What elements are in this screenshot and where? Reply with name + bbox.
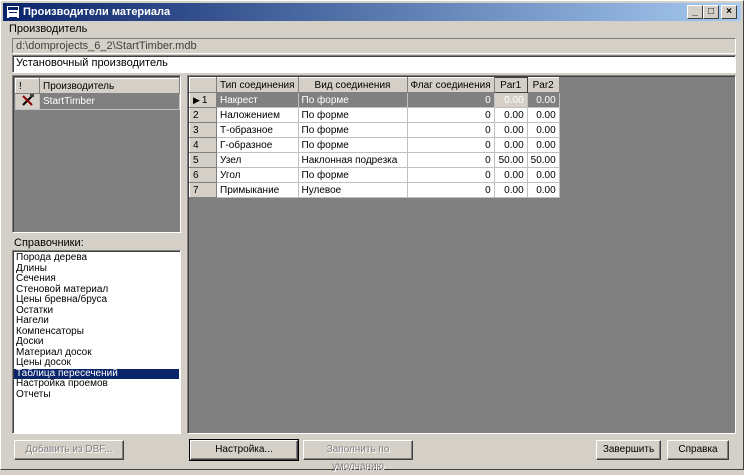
joins-col-flag[interactable]: Флаг соединения (406, 77, 495, 93)
finish-button[interactable]: Завершить (596, 440, 661, 460)
joins-col-par1[interactable]: Par1 (493, 77, 528, 93)
row-indicator: 5 (189, 152, 217, 168)
joins-row[interactable]: 5 Узел Наклонная подрезка 0 50.00 50.00 (189, 152, 560, 168)
joins-col-type[interactable]: Тип соединения (216, 77, 299, 93)
joins-row[interactable]: 2 Наложением По форме 0 0.00 0.00 (189, 107, 560, 123)
row-indicator: 7 (189, 182, 217, 198)
par2-cell[interactable]: 0.00 (526, 137, 560, 153)
join-type-cell[interactable]: Угол (216, 167, 299, 183)
close-button[interactable]: × (721, 5, 737, 19)
joins-row[interactable]: ▶ 1 Накрест По форме 0 0.00 0.00 (189, 92, 560, 108)
join-kind-cell[interactable]: По форме (297, 92, 408, 108)
row-number: 5 (193, 154, 199, 166)
fill-default-button[interactable]: Заполнить по умолчанию (303, 440, 413, 472)
installed-producer-field[interactable]: Установочный производитель (12, 55, 736, 73)
reference-item[interactable]: Цены досок (14, 357, 179, 369)
par1-cell[interactable]: 0.00 (493, 107, 528, 123)
par1-cell[interactable]: 0.00 (493, 122, 528, 138)
join-flag-cell[interactable]: 0 (406, 122, 495, 138)
window-title: Производители материала (23, 6, 171, 18)
help-button[interactable]: Справка (667, 440, 729, 460)
maximize-button[interactable]: □ (703, 5, 719, 19)
add-from-dbf-button[interactable]: Добавить из DBF... (14, 440, 124, 460)
join-flag-cell[interactable]: 0 (406, 182, 495, 198)
join-type-cell[interactable]: Узел (216, 152, 299, 168)
par2-cell[interactable]: 0.00 (526, 182, 560, 198)
row-indicator: 4 (189, 137, 217, 153)
producers-panel: ! Производитель StartTimber (12, 75, 181, 233)
reference-item[interactable]: Нагели (14, 315, 179, 327)
join-kind-cell[interactable]: Нулевое (297, 182, 408, 198)
reference-item[interactable]: Порода дерева (14, 252, 179, 264)
row-indicator: 3 (189, 122, 217, 138)
app-window-icon (6, 5, 20, 19)
join-flag-cell[interactable]: 0 (406, 167, 495, 183)
row-indicator: 6 (189, 167, 217, 183)
title-bar[interactable]: Производители материала _ □ × (3, 3, 741, 21)
par2-cell[interactable]: 0.00 (526, 107, 560, 123)
par1-cell[interactable]: 0.00 (493, 167, 528, 183)
join-type-cell[interactable]: Накрест (216, 92, 299, 108)
join-type-cell[interactable]: Г-образное (216, 137, 299, 153)
join-flag-cell[interactable]: 0 (406, 92, 495, 108)
tools-icon (15, 93, 40, 110)
par1-cell[interactable]: 0.00 (493, 137, 528, 153)
joins-row[interactable]: 3 Т-образное По форме 0 0.00 0.00 (189, 122, 560, 138)
joins-col-par2[interactable]: Par2 (526, 77, 560, 93)
references-label: Справочники: (14, 237, 84, 249)
join-kind-cell[interactable]: По форме (297, 122, 408, 138)
settings-button[interactable]: Настройка... (189, 439, 299, 461)
reference-item[interactable]: Сечения (14, 273, 179, 285)
producer-row[interactable]: StartTimber (15, 93, 180, 110)
join-kind-cell[interactable]: По форме (297, 137, 408, 153)
join-flag-cell[interactable]: 0 (406, 152, 495, 168)
row-number: 1 (201, 94, 208, 106)
par1-cell[interactable]: 0.00 (493, 182, 528, 198)
row-number: 4 (193, 139, 199, 151)
par1-cell[interactable]: 50.00 (493, 152, 528, 168)
main-window: Производители материала _ □ × Производит… (0, 0, 744, 472)
joins-table: Тип соединения Вид соединения Флаг соеди… (189, 77, 560, 198)
join-type-cell[interactable]: Наложением (216, 107, 299, 123)
references-list[interactable]: Порода дерева Длины Сечения Стеновой матери… (12, 250, 181, 434)
reference-item[interactable]: Отчеты (14, 389, 179, 401)
join-flag-cell[interactable]: 0 (406, 137, 495, 153)
minimize-button[interactable]: _ (687, 5, 703, 19)
join-kind-cell[interactable]: По форме (297, 107, 408, 123)
join-type-cell[interactable]: Т-образное (216, 122, 299, 138)
producers-table: ! Производитель StartTimber (15, 78, 180, 110)
reference-item[interactable]: Цены бревна/бруса (14, 294, 179, 306)
reference-item[interactable]: Настройка проемов (14, 378, 179, 390)
join-kind-cell[interactable]: По форме (297, 167, 408, 183)
joins-row[interactable]: 4 Г-образное По форме 0 0.00 0.00 (189, 137, 560, 153)
row-indicator: 2 (189, 107, 217, 123)
par1-cell[interactable]: 0.00 (493, 92, 528, 108)
joins-row[interactable]: 7 Примыкание Нулевое 0 0.00 0.00 (189, 182, 560, 198)
db-path-field: d:\domprojects_6_2\StartTimber.mdb (12, 38, 736, 54)
joins-row[interactable]: 6 Угол По форме 0 0.00 0.00 (189, 167, 560, 183)
row-number: 3 (193, 124, 199, 136)
row-number: 6 (193, 169, 199, 181)
joins-col-kind[interactable]: Вид соединения (297, 77, 408, 93)
producers-col-flag[interactable]: ! (15, 78, 40, 94)
row-number: 7 (193, 184, 199, 196)
joins-col-indicator (189, 77, 217, 93)
par2-cell[interactable]: 0.00 (526, 92, 560, 108)
join-kind-cell[interactable]: Наклонная подрезка (297, 152, 408, 168)
joins-panel: Тип соединения Вид соединения Флаг соеди… (187, 75, 736, 434)
producer-name-cell[interactable]: StartTimber (39, 93, 180, 110)
join-flag-cell[interactable]: 0 (406, 107, 495, 123)
par2-cell[interactable]: 0.00 (526, 122, 560, 138)
row-number: 2 (193, 109, 199, 121)
par2-cell[interactable]: 0.00 (526, 167, 560, 183)
join-type-cell[interactable]: Примыкание (216, 182, 299, 198)
current-row-arrow-icon: ▶ (193, 94, 200, 105)
producers-col-name[interactable]: Производитель (39, 78, 180, 94)
row-indicator: ▶ 1 (189, 92, 217, 108)
producer-label: Производитель (9, 23, 88, 35)
par2-cell[interactable]: 50.00 (526, 152, 560, 168)
reference-item[interactable]: Доски (14, 336, 179, 348)
